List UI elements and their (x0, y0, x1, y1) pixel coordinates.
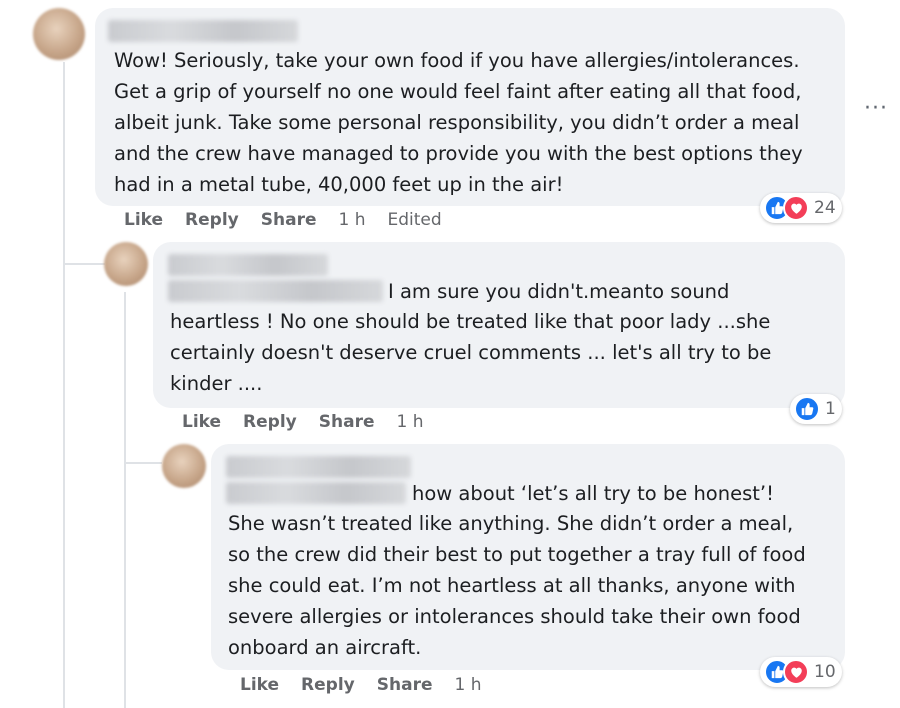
love-icon (783, 195, 809, 221)
thread-connector (63, 263, 105, 265)
thread-line (124, 292, 126, 708)
reply-button[interactable]: Reply (185, 210, 239, 230)
reaction-summary[interactable]: 10 (760, 657, 842, 687)
like-button[interactable]: Like (124, 210, 163, 230)
comment-text-first-line: how about ‘let’s all try to be honest’! (412, 482, 774, 505)
author-name-redacted[interactable] (226, 482, 406, 504)
thread-line (63, 62, 65, 708)
love-icon (783, 659, 809, 685)
avatar[interactable] (33, 8, 85, 60)
reply-button[interactable]: Reply (243, 412, 297, 432)
timestamp[interactable]: 1 h (454, 675, 481, 695)
reaction-count: 24 (814, 198, 836, 218)
comment-text: She wasn’t treated like anything. She di… (228, 512, 806, 659)
comment-actions: Like Reply Share 1 h (240, 675, 503, 695)
edited-label[interactable]: Edited (387, 210, 441, 230)
timestamp[interactable]: 1 h (396, 412, 423, 432)
reaction-summary[interactable]: 24 (760, 193, 842, 223)
comment-actions: Like Reply Share 1 h (182, 412, 445, 432)
comment-text-first-line: I am sure you didn't.meanto sound (388, 280, 730, 303)
comment-text: Wow! Seriously, take your own food if yo… (114, 49, 803, 196)
share-button[interactable]: Share (319, 412, 375, 432)
reaction-summary[interactable]: 1 (790, 394, 842, 424)
comment-text: heartless ! No one should be treated lik… (170, 310, 772, 395)
reply-button[interactable]: Reply (301, 675, 355, 695)
author-name-redacted[interactable] (168, 254, 328, 276)
author-name-redacted[interactable] (226, 456, 411, 478)
thread-connector (124, 462, 162, 464)
share-button[interactable]: Share (377, 675, 433, 695)
author-name-redacted[interactable] (168, 280, 383, 302)
more-options-icon[interactable]: ··· (864, 96, 888, 121)
share-button[interactable]: Share (261, 210, 317, 230)
author-name-redacted[interactable] (108, 20, 298, 42)
like-icon (794, 396, 820, 422)
avatar[interactable] (104, 242, 148, 286)
reaction-count: 1 (825, 399, 836, 419)
timestamp[interactable]: 1 h (338, 210, 365, 230)
like-button[interactable]: Like (182, 412, 221, 432)
reaction-count: 10 (814, 662, 836, 682)
comment-actions: Like Reply Share 1 h Edited (124, 210, 464, 230)
avatar[interactable] (162, 444, 206, 488)
like-button[interactable]: Like (240, 675, 279, 695)
